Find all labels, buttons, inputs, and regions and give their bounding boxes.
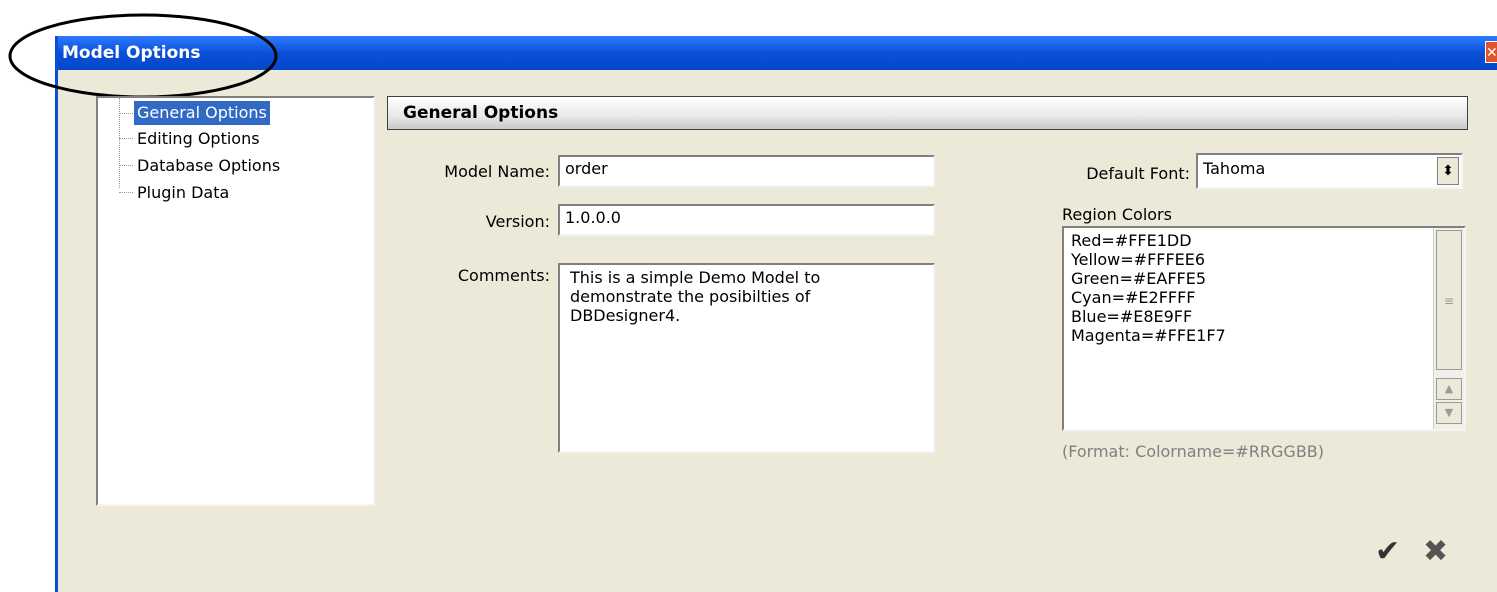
section-title: General Options xyxy=(403,103,559,123)
default-font-select[interactable]: Tahoma ⬍ xyxy=(1196,153,1463,189)
tree-connector xyxy=(119,192,133,193)
scroll-up-icon[interactable]: ▲ xyxy=(1436,378,1462,400)
format-hint: (Format: Colorname=#RRGGBB) xyxy=(1062,442,1325,461)
tree-item-editing-options[interactable]: Editing Options xyxy=(134,127,263,151)
region-color-item[interactable]: Yellow=#FFFEE6 xyxy=(1071,250,1457,269)
tree-connector xyxy=(119,98,120,188)
section-header: General Options xyxy=(387,96,1468,130)
tree-item-plugin-data[interactable]: Plugin Data xyxy=(134,181,232,205)
comments-label: Comments: xyxy=(457,266,550,285)
tree-item-database-options[interactable]: Database Options xyxy=(134,154,283,178)
version-input[interactable]: 1.0.0.0 xyxy=(558,204,935,236)
title-bar[interactable]: Model Options ✕ xyxy=(58,36,1497,70)
model-name-input[interactable]: order xyxy=(558,155,935,187)
options-tree: General Options Editing Options Database… xyxy=(96,96,375,506)
region-color-item[interactable]: Cyan=#E2FFFF xyxy=(1071,288,1457,307)
comments-textarea[interactable]: This is a simple Demo Model to demonstra… xyxy=(558,263,935,453)
scroll-thumb[interactable]: ≡ xyxy=(1436,230,1462,370)
window-title: Model Options xyxy=(62,43,201,63)
default-font-label: Default Font: xyxy=(1086,164,1190,183)
x-icon[interactable]: ✖ xyxy=(1423,537,1448,567)
close-icon[interactable]: ✕ xyxy=(1485,41,1497,63)
region-colors-scrollbar[interactable]: ≡ ▲ ▼ xyxy=(1433,228,1464,429)
region-colors-list[interactable]: Red=#FFE1DD Yellow=#FFFEE6 Green=#EAFFE5… xyxy=(1062,226,1466,431)
tree-connector xyxy=(119,165,133,166)
model-name-label: Model Name: xyxy=(444,162,550,181)
tree-item-general-options[interactable]: General Options xyxy=(134,101,270,125)
region-color-item[interactable]: Blue=#E8E9FF xyxy=(1071,307,1457,326)
region-color-item[interactable]: Green=#EAFFE5 xyxy=(1071,269,1457,288)
tree-connector xyxy=(119,138,133,139)
version-label: Version: xyxy=(485,212,550,231)
updown-arrow-icon[interactable]: ⬍ xyxy=(1437,157,1459,185)
region-color-item[interactable]: Magenta=#FFE1F7 xyxy=(1071,326,1457,345)
checkmark-icon[interactable]: ✔ xyxy=(1375,537,1400,567)
scroll-down-icon[interactable]: ▼ xyxy=(1436,402,1462,424)
default-font-value: Tahoma xyxy=(1203,159,1266,178)
tree-connector xyxy=(119,113,133,114)
region-colors-label: Region Colors xyxy=(1062,205,1172,224)
region-color-item[interactable]: Red=#FFE1DD xyxy=(1071,231,1457,250)
